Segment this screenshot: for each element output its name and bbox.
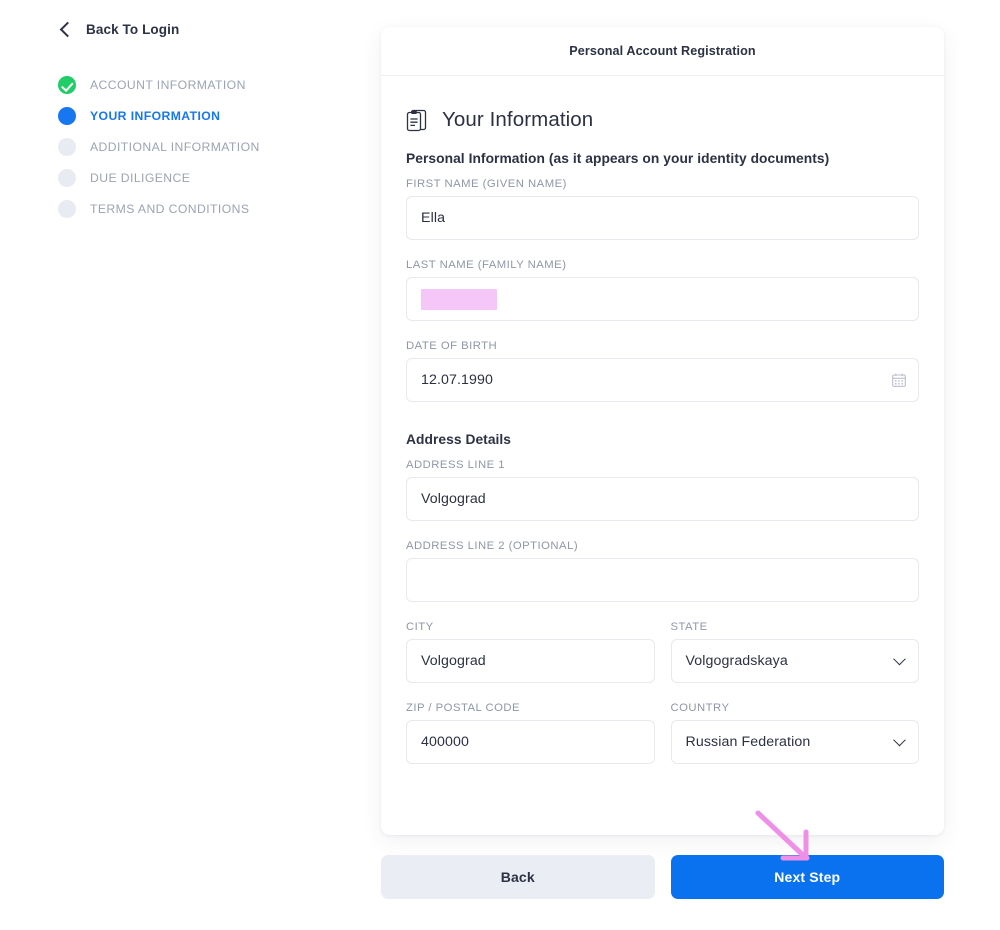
registration-page: Back To Login ACCOUNT INFORMATION YOUR I… [0, 0, 1000, 930]
step-label: DUE DILIGENCE [90, 170, 191, 185]
first-name-field-group: FIRST NAME (GIVEN NAME) Ella [406, 178, 919, 240]
card-header: Personal Account Registration [381, 27, 944, 76]
country-select[interactable]: Russian Federation [670, 720, 919, 764]
country-field-group: COUNTRY Russian Federation [670, 702, 919, 764]
next-step-button[interactable]: Next Step [670, 855, 944, 899]
stepper-sidebar: Back To Login ACCOUNT INFORMATION YOUR I… [0, 0, 380, 930]
back-to-login-label: Back To Login [86, 22, 180, 37]
document-clipboard-icon [406, 109, 427, 131]
sidebar-step-terms-and-conditions[interactable]: TERMS AND CONDITIONS [58, 193, 380, 224]
address-line-2-input[interactable] [406, 558, 919, 602]
chevron-left-icon [59, 21, 76, 38]
first-name-label: FIRST NAME (GIVEN NAME) [406, 178, 567, 190]
state-label: STATE [670, 621, 708, 633]
address-line-1-label: ADDRESS LINE 1 [406, 459, 506, 471]
zip-label: ZIP / POSTAL CODE [406, 702, 521, 714]
address-line-1-input[interactable]: Volgograd [406, 477, 919, 521]
address-details-group-title: Address Details [406, 432, 512, 447]
last-name-input[interactable] [406, 277, 919, 321]
step-status-pending-icon [58, 168, 76, 187]
address-line-1-field-group: ADDRESS LINE 1 Volgograd [406, 459, 919, 521]
sidebar-step-additional-information[interactable]: ADDITIONAL INFORMATION [58, 131, 380, 162]
date-of-birth-label: DATE OF BIRTH [406, 340, 498, 352]
state-select[interactable]: Volgogradskaya [670, 639, 919, 683]
step-label: ADDITIONAL INFORMATION [90, 139, 260, 154]
city-field-group: CITY Volgograd [406, 621, 655, 683]
sidebar-step-due-diligence[interactable]: DUE DILIGENCE [58, 162, 380, 193]
country-label: COUNTRY [670, 702, 730, 714]
card-header-title: Personal Account Registration [569, 44, 756, 58]
sidebar-step-your-information[interactable]: YOUR INFORMATION [58, 100, 380, 131]
calendar-icon[interactable] [892, 373, 906, 387]
zip-field-group: ZIP / POSTAL CODE 400000 [406, 702, 655, 764]
section-heading-row: Your Information [406, 108, 919, 132]
redaction-block [421, 288, 497, 310]
date-of-birth-input[interactable]: 12.07.1990 [406, 358, 919, 402]
city-label: CITY [406, 621, 434, 633]
step-label: ACCOUNT INFORMATION [90, 77, 246, 92]
step-status-active-icon [58, 106, 76, 125]
card-body: Your Information Personal Information (a… [381, 76, 944, 783]
address-line-2-field-group: ADDRESS LINE 2 (OPTIONAL) [406, 540, 919, 602]
step-status-pending-icon [58, 199, 76, 218]
step-status-check-icon [58, 75, 76, 94]
last-name-field-group: LAST NAME (FAMILY NAME) [406, 259, 919, 321]
page-title: Your Information [442, 108, 594, 131]
step-status-pending-icon [58, 137, 76, 156]
step-label: YOUR INFORMATION [90, 108, 221, 123]
back-to-login-link[interactable]: Back To Login [58, 21, 180, 38]
step-label: TERMS AND CONDITIONS [90, 201, 250, 216]
city-state-row: CITY Volgograd STATE Volgogradskaya [406, 621, 919, 702]
city-input[interactable]: Volgograd [406, 639, 655, 683]
zip-input[interactable]: 400000 [406, 720, 655, 764]
last-name-label: LAST NAME (FAMILY NAME) [406, 259, 567, 271]
state-field-group: STATE Volgogradskaya [670, 621, 919, 683]
sidebar-step-account-information[interactable]: ACCOUNT INFORMATION [58, 69, 380, 100]
form-footer: Back Next Step [381, 855, 944, 899]
date-of-birth-field-group: DATE OF BIRTH 12.07.1990 [406, 340, 919, 402]
zip-country-row: ZIP / POSTAL CODE 400000 COUNTRY Russian… [406, 702, 919, 783]
back-button[interactable]: Back [381, 855, 655, 899]
personal-information-group-title: Personal Information (as it appears on y… [406, 151, 830, 166]
registration-steps: ACCOUNT INFORMATION YOUR INFORMATION ADD… [58, 69, 380, 224]
first-name-input[interactable]: Ella [406, 196, 919, 240]
registration-card: Personal Account Registration Your Infor… [381, 27, 944, 835]
address-line-2-label: ADDRESS LINE 2 (OPTIONAL) [406, 540, 579, 552]
